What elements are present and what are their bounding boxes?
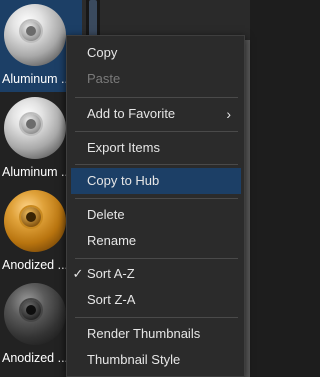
chevron-right-icon: ›	[226, 106, 231, 122]
menu-item-label: Sort Z-A	[87, 292, 136, 307]
viewport-header	[100, 0, 250, 40]
menu-item-label: Copy	[87, 45, 118, 60]
wheel-hub	[26, 119, 36, 129]
wheel-hub	[26, 305, 36, 315]
wheel-hub	[26, 26, 36, 36]
menu-separator	[75, 131, 238, 132]
wheel-hub	[26, 212, 36, 222]
menu-item-rename[interactable]: Rename	[71, 228, 241, 254]
menu-item-label: Rename	[87, 233, 137, 248]
menu-item-copy[interactable]: Copy	[71, 40, 241, 66]
menu-item-render-thumbnails[interactable]: Render Thumbnails	[71, 321, 241, 347]
menu-separator	[75, 198, 238, 199]
scrollbar-thumb[interactable]	[89, 0, 97, 38]
menu-separator	[75, 97, 238, 98]
menu-item-label: Paste	[87, 71, 121, 86]
menu-item-label: Export Items	[87, 140, 160, 155]
menu-item-label: Render Thumbnails	[87, 326, 201, 341]
menu-item-thumbnail-style[interactable]: Thumbnail Style	[71, 347, 241, 373]
menu-separator	[75, 258, 238, 259]
menu-item-delete[interactable]: Delete	[71, 202, 241, 228]
menu-separator	[75, 317, 238, 318]
checkmark-icon: ✓	[72, 266, 84, 281]
menu-item-label: Sort A-Z	[87, 266, 135, 281]
menu-item-label: Thumbnail Style	[87, 352, 181, 367]
menu-item-add-to-favorite[interactable]: Add to Favorite ›	[71, 101, 241, 127]
menu-separator	[75, 164, 238, 165]
menu-item-label: Delete	[87, 207, 125, 222]
menu-item-label: Copy to Hub	[87, 173, 160, 188]
menu-item-copy-to-hub[interactable]: Copy to Hub	[71, 168, 241, 194]
menu-item-paste: Paste	[71, 66, 241, 92]
menu-item-label: Add to Favorite	[87, 106, 176, 121]
context-menu: Copy Paste Add to Favorite › Export Item…	[66, 35, 245, 377]
menu-item-sort-z-a[interactable]: Sort Z-A	[71, 287, 241, 313]
menu-item-export-items[interactable]: Export Items	[71, 135, 241, 161]
menu-item-sort-a-z[interactable]: ✓ Sort A-Z	[71, 261, 241, 287]
